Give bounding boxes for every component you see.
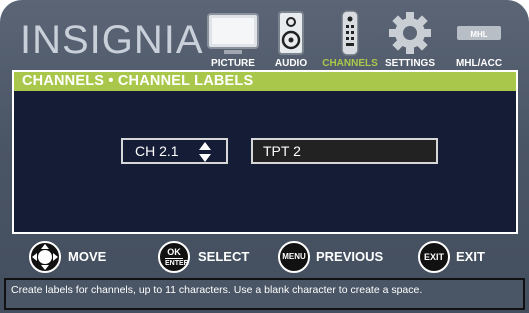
speaker-icon [278, 11, 304, 55]
menu-label: CHANNELS [322, 58, 378, 69]
hint-label: SELECT [198, 249, 250, 264]
up-down-arrows-icon[interactable] [198, 141, 212, 163]
menu-label: MHL/ACC [455, 58, 503, 69]
hint-select: OK ENTER SELECT [158, 241, 258, 273]
tv-menu-screen: INSIGNIA PICTURE AUDIO CHANNELS SETTINGS… [0, 0, 529, 313]
mhl-badge: MHL [470, 30, 488, 39]
menu-label: SETTINGS [384, 58, 435, 69]
menu-mhl-acc[interactable]: MHL MHL/ACC [446, 6, 512, 70]
hint-label: EXIT [456, 249, 485, 264]
channel-selector[interactable]: CH 2.1 [121, 138, 228, 164]
exit-button-icon: EXIT [418, 241, 450, 273]
insignia-logo: INSIGNIA [20, 18, 204, 62]
remote-icon [341, 10, 359, 56]
tv-icon [207, 13, 259, 54]
hint-exit: EXIT EXIT [418, 241, 508, 273]
menu-audio[interactable]: AUDIO [270, 6, 312, 70]
status-message: Create labels for channels, up to 11 cha… [4, 278, 525, 310]
channel-label-input[interactable]: TPT 2 [251, 138, 438, 164]
hint-label: MOVE [68, 249, 107, 264]
channel-value: CH 2.1 [135, 143, 179, 159]
ok-text: OK [167, 247, 181, 257]
menu-settings[interactable]: SETTINGS [382, 6, 438, 70]
hint-label: PREVIOUS [316, 249, 384, 264]
enter-text: ENTER [165, 258, 189, 267]
menu-button-icon: MENU [278, 241, 310, 273]
menu-label: PICTURE [211, 58, 255, 69]
ok-enter-button-icon: OK ENTER [158, 241, 190, 273]
gear-icon [389, 12, 431, 54]
hint-previous: MENU PREVIOUS [278, 241, 408, 273]
menu-label: AUDIO [274, 58, 308, 69]
menu-channels[interactable]: CHANNELS [322, 6, 378, 70]
dpad-icon [29, 241, 61, 273]
panel-title: CHANNELS • CHANNEL LABELS [12, 70, 518, 91]
menu-picture[interactable]: PICTURE [202, 6, 264, 70]
hint-move: MOVE [28, 241, 128, 273]
